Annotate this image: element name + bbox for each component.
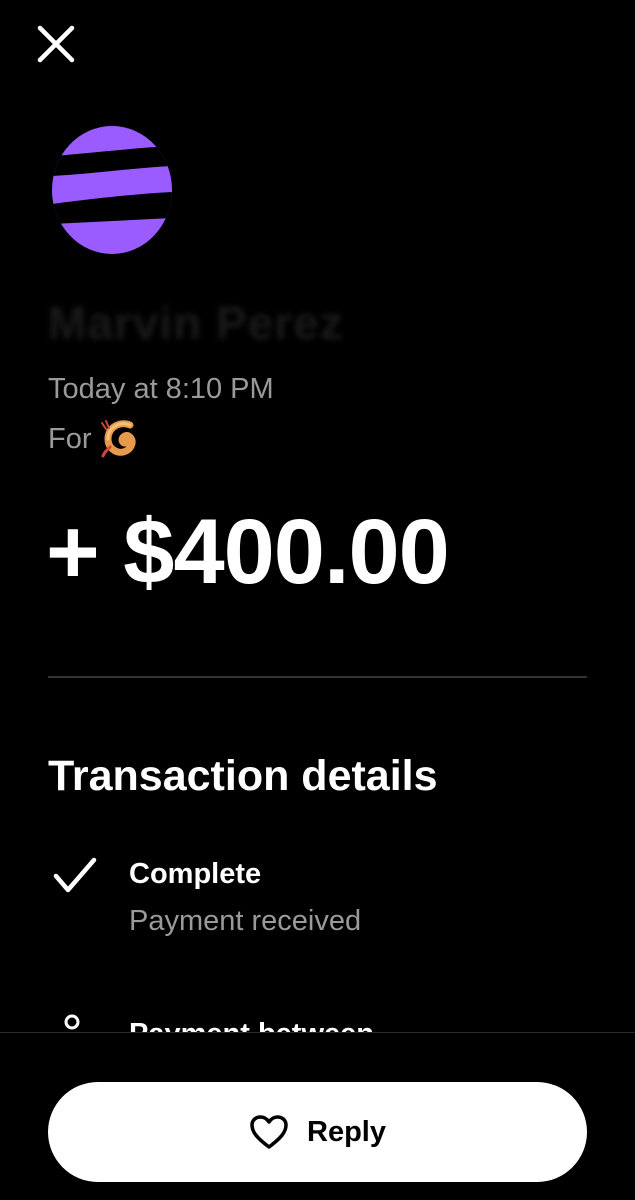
status-title: Complete	[129, 858, 262, 890]
transaction-amount: + $400.00	[46, 501, 450, 603]
person-icon	[64, 1014, 80, 1030]
shrimp-icon	[100, 419, 142, 459]
transaction-details-title: Transaction details	[48, 752, 438, 800]
for-line: For	[48, 419, 142, 459]
sender-name: Marvin Perez	[48, 297, 344, 349]
check-icon	[53, 857, 97, 893]
payment-between-row[interactable]: Payment between	[0, 1000, 635, 1032]
reply-label: Reply	[307, 1115, 386, 1148]
transaction-timestamp: Today at 8:10 PM	[48, 373, 274, 405]
avatar-image	[52, 146, 172, 224]
avatar[interactable]	[52, 126, 172, 254]
heart-icon	[249, 1114, 289, 1150]
payment-between-title: Payment between	[129, 1018, 374, 1032]
close-icon	[37, 25, 75, 63]
footer-divider	[0, 1032, 635, 1033]
reply-button[interactable]: Reply	[48, 1082, 587, 1182]
for-label: For	[48, 422, 92, 455]
divider	[48, 676, 587, 678]
status-subtitle: Payment received	[129, 905, 362, 937]
close-button[interactable]	[28, 16, 84, 72]
